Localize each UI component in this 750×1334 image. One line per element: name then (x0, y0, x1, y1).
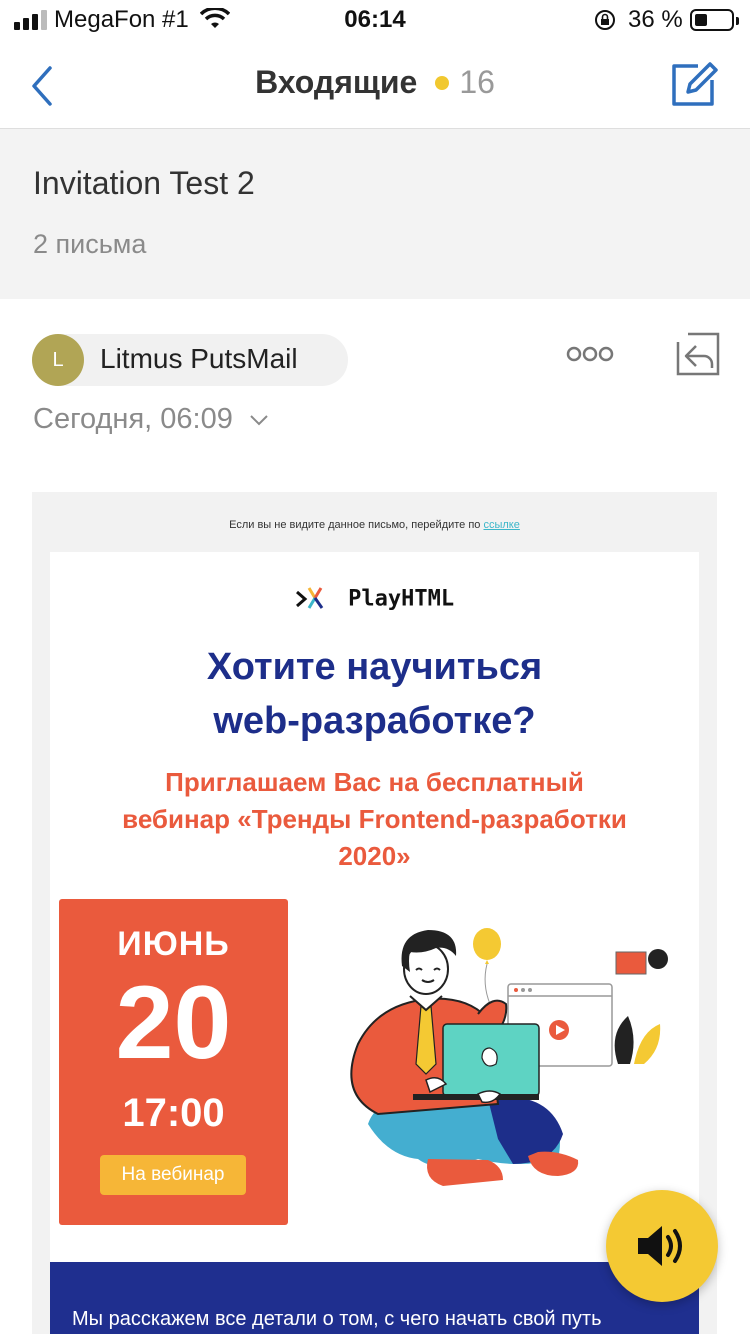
view-in-browser-link[interactable]: ссылке (483, 519, 519, 531)
event-time: 17:00 (122, 1091, 225, 1135)
more-icon[interactable] (566, 345, 614, 363)
thread-subject: Invitation Test 2 (33, 165, 255, 201)
thread-message-count: 2 письма (33, 229, 147, 259)
nav-title-group: Входящие 16 (0, 64, 750, 101)
headline-line-2: web-разработке? (213, 700, 536, 742)
headline-line-1: Хотите научиться (206, 646, 543, 688)
battery-icon (690, 9, 739, 31)
message-date-text: Сегодня, 06:09 (33, 403, 233, 435)
playhtml-logo-icon (295, 587, 324, 609)
status-bar: MegaFon #1 06:14 36 % (0, 0, 750, 44)
event-day: 20 (115, 965, 232, 1081)
subhead-line-3: 2020» (338, 841, 411, 871)
nav-bar: Входящие 16 (0, 44, 750, 129)
subhead-line-2: вебинар «Тренды Frontend-разработки (122, 804, 627, 834)
message-date[interactable]: Сегодня, 06:09 (33, 403, 269, 436)
battery-percent: 36 % (628, 6, 683, 33)
subhead-line-1: Приглашаем Вас на бесплатный (165, 767, 584, 797)
email-subheadline: Приглашаем Вас на бесплатный вебинар «Тр… (90, 764, 659, 875)
email-body: Если вы не видите данное письмо, перейди… (32, 492, 717, 1334)
brand-name: PlayHTML (348, 586, 455, 612)
info-band-text: Мы расскажем все детали о том, с чего на… (72, 1308, 602, 1330)
brand-logo: PlayHTML (50, 586, 699, 612)
unread-count: 16 (459, 64, 495, 100)
developer-illustration (350, 928, 668, 1186)
thread-header: Invitation Test 2 2 письма (0, 129, 750, 299)
mailbox-title: Входящие (255, 64, 418, 100)
battery-fill (695, 14, 707, 26)
unread-dot (435, 75, 450, 90)
event-month: ИЮНЬ (117, 925, 230, 963)
preheader: Если вы не видите данное письмо, перейди… (32, 519, 717, 531)
chevron-down-icon (250, 415, 268, 426)
sender-name: Litmus PutsMail (100, 343, 298, 374)
compose-icon[interactable] (668, 60, 720, 108)
event-date-card: ИЮНЬ 20 17:00 На вебинар (59, 899, 288, 1225)
webinar-button[interactable]: На вебинар (100, 1155, 246, 1195)
email-card: PlayHTML Хотите научиться web-разработке… (50, 552, 699, 1334)
reply-icon[interactable] (674, 330, 722, 378)
info-band: Мы расскажем все детали о том, с чего на… (50, 1262, 699, 1334)
sender-chip[interactable]: L Litmus PutsMail (32, 334, 348, 386)
preheader-text: Если вы не видите данное письмо, перейди… (229, 519, 481, 531)
rotation-lock-icon (595, 10, 615, 30)
email-headline: Хотите научиться web-разработке? (50, 640, 699, 748)
speaker-icon (638, 1226, 682, 1266)
speaker-button[interactable] (606, 1190, 718, 1302)
avatar: L (32, 334, 84, 386)
